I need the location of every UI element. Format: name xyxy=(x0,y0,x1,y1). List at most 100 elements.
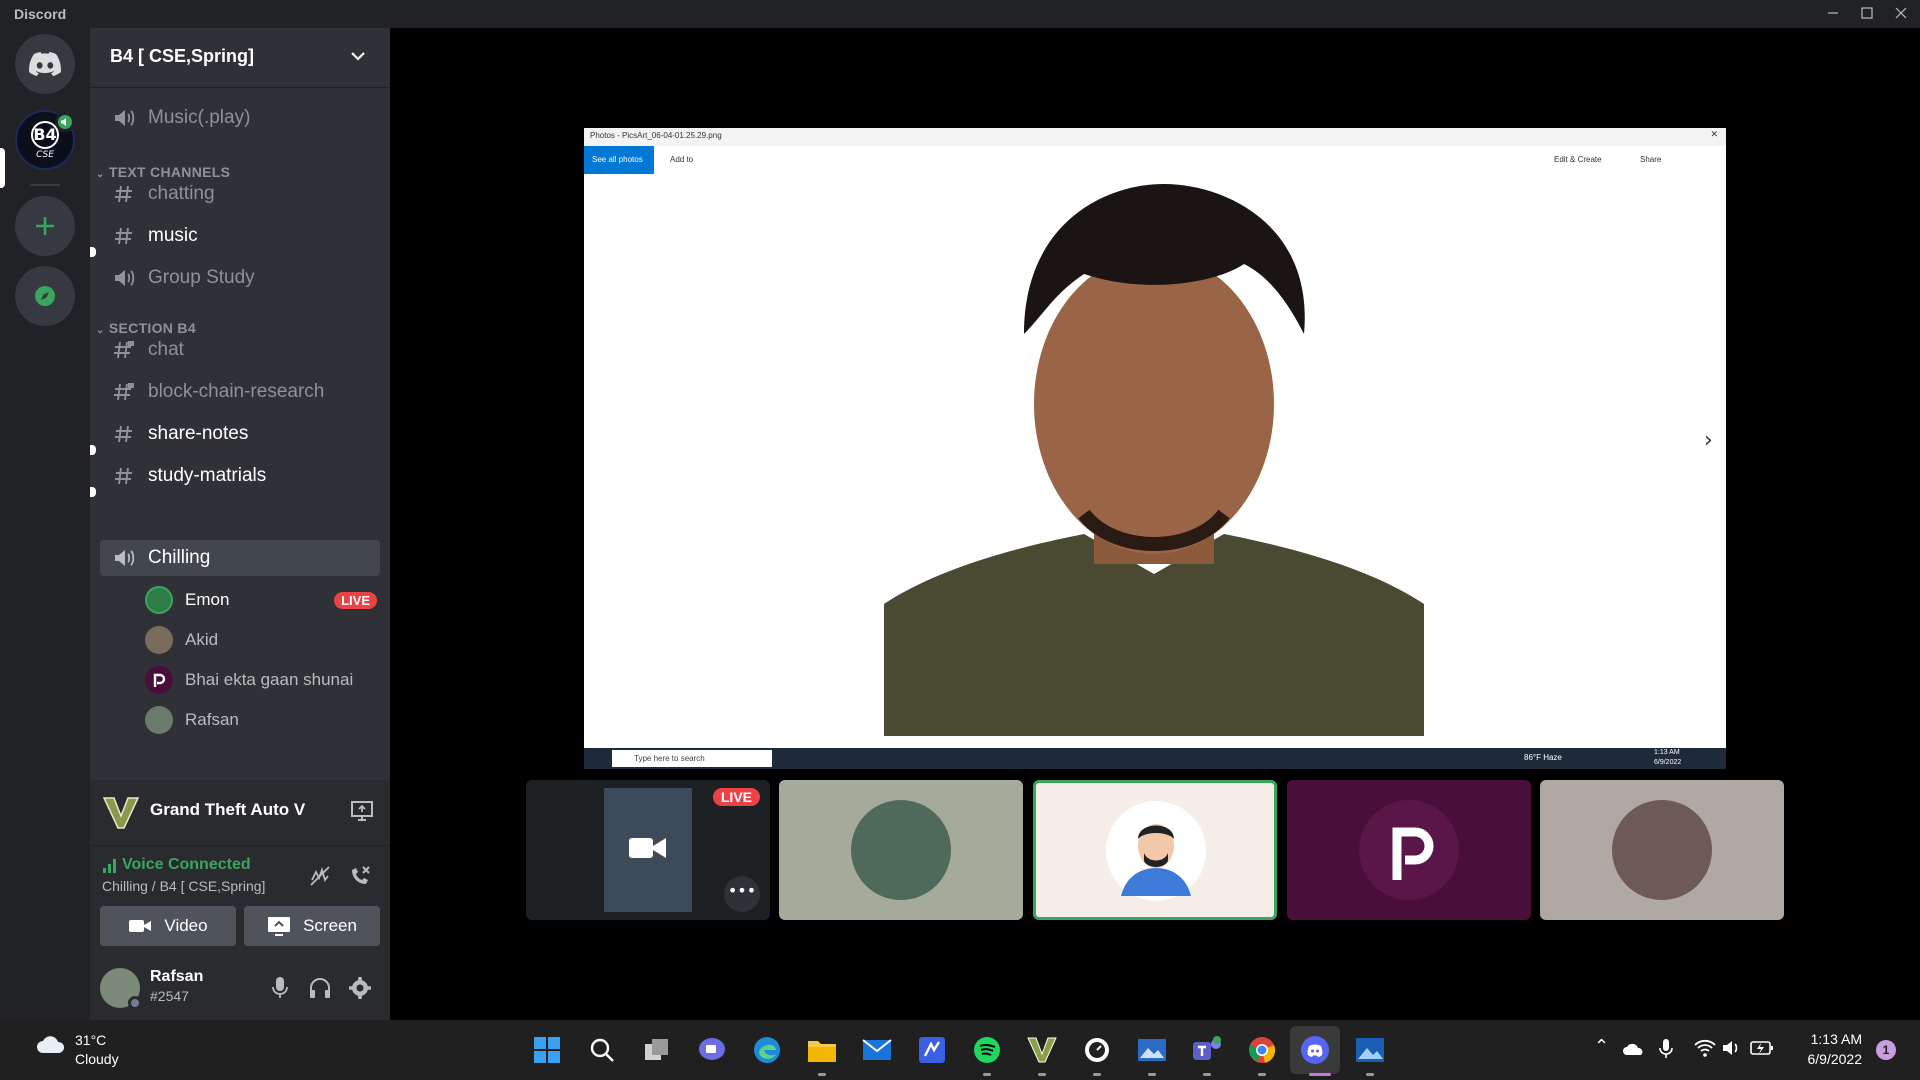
discord-icon[interactable] xyxy=(1295,1030,1335,1070)
title-bar: Discord xyxy=(0,0,1920,28)
channel-share-notes[interactable]: share-notes xyxy=(100,416,380,452)
task-view-icon[interactable] xyxy=(637,1030,677,1070)
stream-view[interactable]: Photos - PicsArt_06-04-01.25.29.png ✕ Se… xyxy=(584,128,1726,769)
channel-chat[interactable]: chat xyxy=(100,332,380,368)
volume-icon[interactable] xyxy=(1722,1039,1742,1057)
more-options-icon[interactable]: ••• xyxy=(724,876,760,912)
participant-tile-rafsan[interactable] xyxy=(1033,780,1277,920)
headphones-icon[interactable] xyxy=(308,976,332,1000)
running-indicator xyxy=(1038,1073,1046,1076)
stream-weather: 86°F Haze xyxy=(1524,753,1562,762)
server-list: B4 CSE xyxy=(0,28,90,1020)
video-label: Video xyxy=(164,916,208,935)
disconnect-icon[interactable] xyxy=(348,864,372,888)
screen-label: Screen xyxy=(303,916,357,935)
voice-state[interactable]: Voice Connected xyxy=(122,856,251,874)
battery-icon[interactable] xyxy=(1750,1040,1774,1056)
channel-chilling[interactable]: Chilling xyxy=(100,540,380,576)
start-icon[interactable] xyxy=(527,1030,567,1070)
search-icon[interactable] xyxy=(582,1030,622,1070)
video-button[interactable]: Video xyxy=(100,906,236,946)
voice-user-emon[interactable]: Emon LIVE xyxy=(145,583,385,617)
noise-suppression-icon[interactable] xyxy=(308,864,332,888)
user-panel: Rafsan #2547 xyxy=(90,956,390,1020)
chevron-up-icon[interactable]: ⌃ xyxy=(1594,1036,1609,1057)
channel-music[interactable]: music xyxy=(100,218,380,254)
app-title: Discord xyxy=(14,6,67,22)
discord-logo-icon xyxy=(29,52,61,76)
notification-badge[interactable]: 1 xyxy=(1876,1040,1896,1060)
running-indicator xyxy=(1093,1073,1101,1076)
clock-date[interactable]: 6/9/2022 xyxy=(1800,1051,1863,1067)
spotify-icon[interactable] xyxy=(967,1030,1007,1070)
channel-chatting[interactable]: chatting xyxy=(100,176,380,212)
photos-titlebar: Photos - PicsArt_06-04-01.25.29.png ✕ xyxy=(584,128,1726,146)
unread-indicator xyxy=(90,445,96,455)
channel-music-play[interactable]: Music(.play) xyxy=(100,100,380,136)
server-name: B4 [ CSE,Spring] xyxy=(110,46,255,66)
photos-app-icon[interactable] xyxy=(1132,1030,1172,1070)
minimize-icon[interactable] xyxy=(1816,2,1850,26)
edge-icon[interactable] xyxy=(747,1030,787,1070)
screen-button[interactable]: Screen xyxy=(244,906,380,946)
avatar xyxy=(145,706,173,734)
channel-label: study-matrials xyxy=(148,465,267,486)
voice-user-bhai[interactable]: Bhai ekta gaan shunai xyxy=(145,663,385,697)
photos-icon[interactable] xyxy=(1350,1030,1390,1070)
speaker-icon xyxy=(110,108,138,128)
screen-share-icon[interactable] xyxy=(350,800,374,822)
onedrive-icon[interactable] xyxy=(1622,1040,1646,1056)
add-server-button[interactable] xyxy=(15,196,75,256)
channel-study-matrials[interactable]: study-matrials xyxy=(100,458,380,494)
clock-app-icon[interactable] xyxy=(1077,1030,1117,1070)
status-badge xyxy=(128,996,142,1010)
server-header[interactable]: B4 [ CSE,Spring] xyxy=(90,28,390,88)
speaker-icon xyxy=(55,112,75,132)
weather-desc[interactable]: Cloudy xyxy=(75,1051,119,1067)
explore-servers-button[interactable] xyxy=(15,266,75,326)
close-icon[interactable] xyxy=(1884,2,1918,26)
hashtag-icon xyxy=(110,424,138,444)
voice-user-akid[interactable]: Akid xyxy=(145,623,385,657)
visual-studio-icon[interactable] xyxy=(912,1030,952,1070)
participant-tile-stream[interactable]: LIVE ••• xyxy=(526,780,770,920)
running-indicator xyxy=(1258,1073,1266,1076)
close-icon: ✕ xyxy=(1710,130,1718,140)
weather-temp[interactable]: 31°C xyxy=(75,1032,106,1048)
voice-user-rafsan[interactable]: Rafsan xyxy=(145,703,385,737)
locked-hashtag-icon xyxy=(110,382,138,402)
participant-tile-user[interactable] xyxy=(1540,780,1784,920)
stream-time: 1:13 AM xyxy=(1654,749,1680,756)
participant-tile-akid[interactable] xyxy=(779,780,1023,920)
channel-label: chat xyxy=(148,339,184,360)
clock-time[interactable]: 1:13 AM xyxy=(1806,1031,1862,1047)
voice-location[interactable]: Chilling / B4 [ CSE,Spring] xyxy=(102,878,265,894)
file-explorer-icon[interactable] xyxy=(802,1030,842,1070)
chevron-down-icon[interactable] xyxy=(348,46,368,66)
running-indicator xyxy=(818,1073,826,1076)
mail-icon[interactable] xyxy=(857,1030,897,1070)
activity-panel: Grand Theft Auto V xyxy=(90,780,390,846)
home-button[interactable] xyxy=(15,34,75,94)
participant-tile-bhai[interactable] xyxy=(1287,780,1531,920)
hashtag-icon xyxy=(110,226,138,246)
cloud-icon xyxy=(37,1036,65,1053)
stream-taskbar: Type here to search 86°F Haze 1:13 AM 6/… xyxy=(584,748,1726,769)
channel-block-chain-research[interactable]: block-chain-research xyxy=(100,374,380,410)
channel-label: Group Study xyxy=(148,267,255,288)
maximize-icon[interactable] xyxy=(1850,2,1884,26)
channel-group-study[interactable]: Group Study xyxy=(100,260,380,296)
gta-icon[interactable] xyxy=(1022,1030,1062,1070)
gear-icon[interactable] xyxy=(348,976,372,1000)
see-all-photos-button: See all photos xyxy=(584,146,654,174)
locked-hashtag-icon xyxy=(110,340,138,360)
unread-indicator xyxy=(90,247,96,257)
chrome-icon[interactable] xyxy=(1242,1030,1282,1070)
server-b4-icon[interactable]: B4 CSE xyxy=(15,110,75,170)
microphone-icon[interactable] xyxy=(1658,1038,1674,1060)
microphone-icon[interactable] xyxy=(270,976,290,1000)
live-badge: LIVE xyxy=(712,788,760,806)
chat-icon[interactable] xyxy=(692,1030,732,1070)
wifi-icon[interactable] xyxy=(1694,1038,1716,1058)
teams-icon[interactable] xyxy=(1187,1030,1227,1070)
